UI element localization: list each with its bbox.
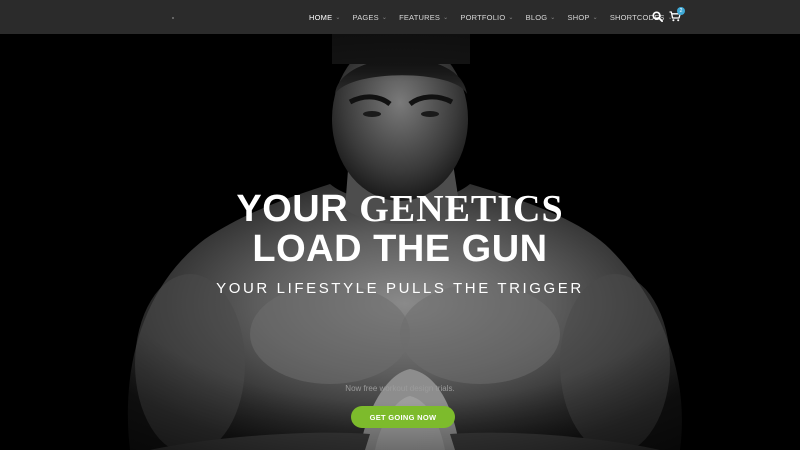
site-header: HOME ⌄ PAGES ⌄ FEATURES ⌄ PORTFOLIO ⌄ BLOG ⌄ … [0, 0, 800, 34]
chevron-down-icon: ⌄ [335, 14, 341, 21]
hero-headline-word: YOUR [236, 188, 360, 230]
nav-item-label: SHOP [567, 12, 590, 22]
hero-tagline: Now free workout design trials. [345, 384, 455, 393]
nav-item-portfolio[interactable]: PORTFOLIO ⌄ [460, 13, 513, 22]
chevron-down-icon: ⌄ [550, 14, 556, 21]
nav-item-shortcodes[interactable]: SHORTCODES ⌄ [610, 13, 673, 22]
main-nav: HOME ⌄ PAGES ⌄ FEATURES ⌄ PORTFOLIO ⌄ BLOG ⌄ … [309, 0, 685, 34]
nav-item-home[interactable]: HOME ⌄ [309, 13, 341, 22]
chevron-down-icon: ⌄ [443, 14, 449, 21]
nav-item-pages[interactable]: PAGES ⌄ [353, 13, 388, 22]
hero-headline: YOUR GENETICS LOAD THE GUN [0, 189, 800, 269]
nav-item-label: BLOG [525, 12, 548, 22]
nav-item-label: PORTFOLIO [460, 12, 506, 22]
nav-item-label: FEATURES [399, 12, 441, 22]
get-going-now-button[interactable]: GET GOING NOW [351, 406, 455, 428]
nav-item-label: HOME [309, 12, 333, 22]
hero-headline-line-2: LOAD THE GUN [252, 228, 548, 270]
chevron-down-icon: ⌄ [381, 14, 388, 21]
hero-headline-line-1: YOUR GENETICS [0, 189, 800, 229]
logo[interactable] [172, 17, 174, 19]
cart-count-badge: 2 [677, 7, 685, 15]
hero-subheadline: YOUR LIFESTYLE PULLS THE TRIGGER [216, 280, 584, 297]
chevron-down-icon: ⌄ [508, 14, 514, 21]
nav-item-features[interactable]: FEATURES ⌄ [399, 13, 448, 22]
nav-item-label: PAGES [352, 12, 379, 22]
hero-headline-serif-word: GENETICS [359, 188, 564, 230]
search-icon[interactable] [652, 11, 663, 22]
chevron-down-icon: ⌄ [592, 14, 598, 21]
nav-item-blog[interactable]: BLOG ⌄ [526, 13, 556, 22]
nav-item-shop[interactable]: SHOP ⌄ [568, 13, 598, 22]
hero-section: YOUR GENETICS LOAD THE GUN YOUR LIFESTYL… [0, 34, 800, 450]
